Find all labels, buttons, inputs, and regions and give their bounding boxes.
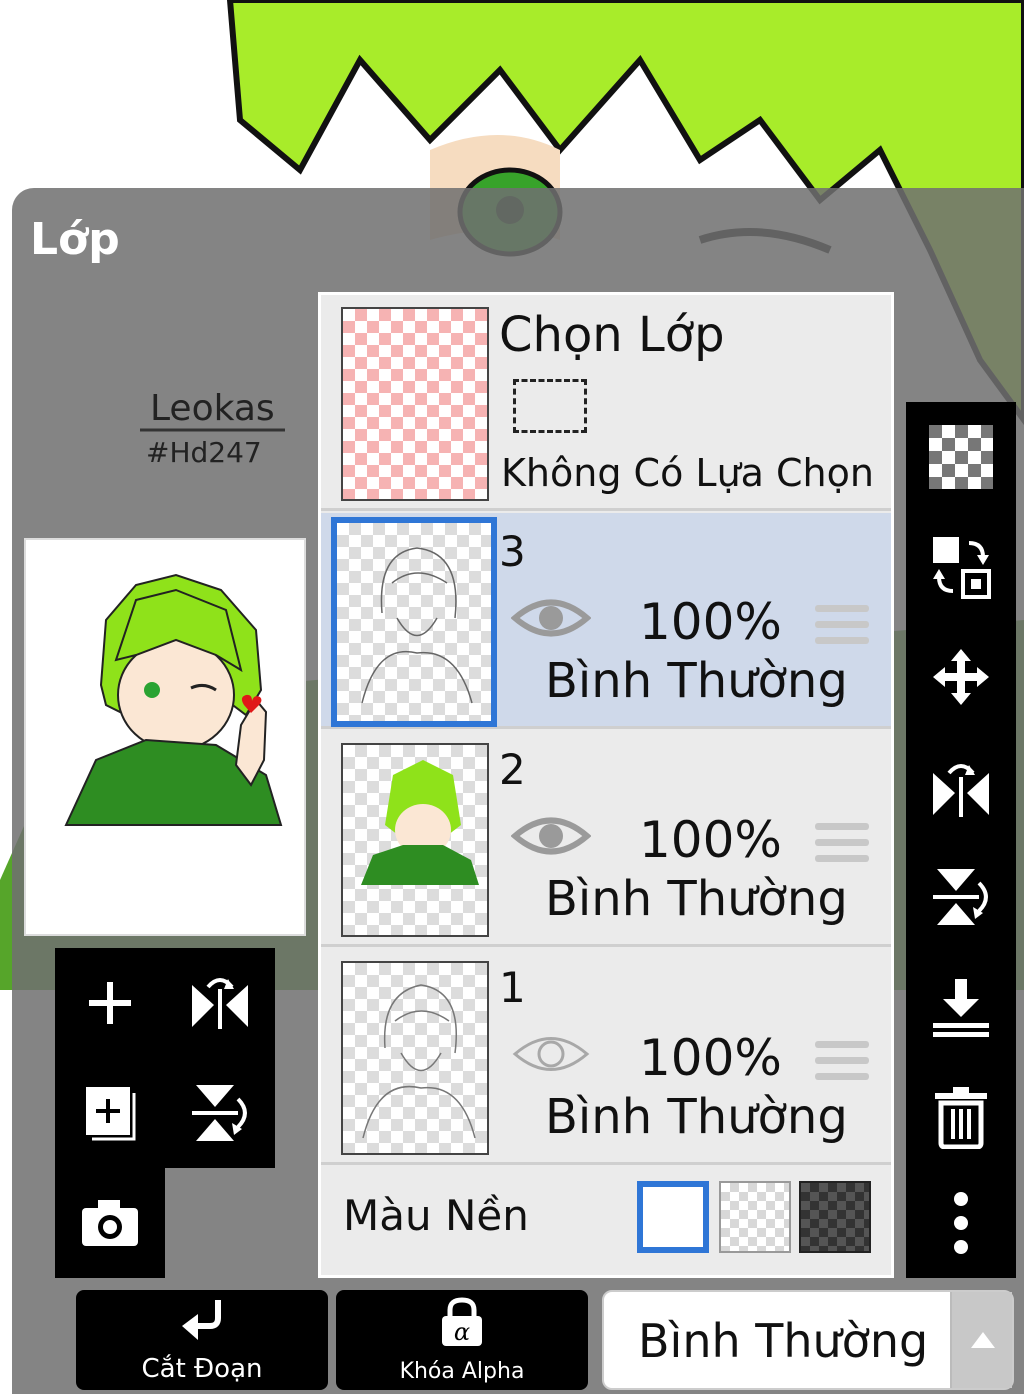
eye-hidden-icon[interactable] xyxy=(511,1029,591,1079)
move-icon[interactable] xyxy=(906,622,1016,732)
blend-mode-dropdown[interactable]: Bình Thường xyxy=(602,1290,1014,1390)
layers-list: Chọn Lớp Không Có Lựa Chọn 3 100% Bình T… xyxy=(318,292,894,1278)
layer-opacity: 100% xyxy=(639,811,782,869)
layer-thumbnail xyxy=(331,517,497,727)
layer-thumbnail xyxy=(341,743,489,937)
background-white-swatch[interactable] xyxy=(637,1181,709,1253)
clipping-button[interactable]: Cắt Đoạn xyxy=(76,1290,328,1390)
dropdown-arrow-icon[interactable] xyxy=(950,1292,1012,1388)
panel-title: Lớp xyxy=(30,214,120,265)
background-color-row: Màu Nền xyxy=(321,1161,891,1275)
selection-layer-title: Chọn Lớp xyxy=(499,307,725,363)
selection-layer-thumbnail xyxy=(341,307,489,501)
selection-marquee-icon xyxy=(513,379,587,433)
svg-text:α: α xyxy=(454,1318,470,1346)
layer-number: 2 xyxy=(499,745,526,794)
alpha-lock-button[interactable]: α Khóa Alpha xyxy=(336,1290,588,1390)
add-layer-icon[interactable] xyxy=(55,948,165,1058)
alpha-lock-label: Khóa Alpha xyxy=(399,1359,525,1384)
lock-icon: α xyxy=(442,1297,482,1346)
right-toolbar xyxy=(906,402,1016,1278)
background-color-label: Màu Nền xyxy=(343,1191,529,1240)
background-transparent-swatch[interactable] xyxy=(719,1181,791,1253)
background-dark-swatch[interactable] xyxy=(799,1181,871,1253)
drag-handle-icon[interactable] xyxy=(815,605,869,649)
signature-tag: #Hd247 xyxy=(146,436,262,469)
layer-row[interactable]: 3 100% Bình Thường xyxy=(321,513,891,729)
layer-thumbnail xyxy=(341,961,489,1155)
drag-handle-icon[interactable] xyxy=(815,823,869,867)
flip-horizontal-icon[interactable] xyxy=(906,732,1016,842)
transparency-icon[interactable] xyxy=(906,402,1016,512)
layer-row[interactable]: 1 100% Bình Thường xyxy=(321,949,891,1165)
layer-blend-mode: Bình Thường xyxy=(545,653,848,709)
more-icon[interactable] xyxy=(906,1168,1016,1278)
clipping-label: Cắt Đoạn xyxy=(141,1354,263,1384)
layer-number: 3 xyxy=(499,527,526,576)
canvas-preview[interactable] xyxy=(24,538,306,936)
flip-vertical-icon[interactable] xyxy=(165,1058,275,1168)
signature: Leokas #Hd247 xyxy=(140,380,290,470)
swap-layers-icon[interactable] xyxy=(906,512,1016,622)
merge-down-icon[interactable] xyxy=(906,952,1016,1062)
add-layer-copy-icon[interactable] xyxy=(55,1058,165,1168)
layer-blend-mode: Bình Thường xyxy=(545,1089,848,1145)
trash-icon[interactable] xyxy=(906,1062,1016,1172)
layer-opacity: 100% xyxy=(639,1029,782,1087)
flip-horizontal-icon[interactable] xyxy=(165,948,275,1058)
blend-mode-value: Bình Thường xyxy=(638,1314,929,1368)
eye-icon[interactable] xyxy=(510,811,592,861)
signature-name: Leokas xyxy=(150,388,275,429)
eye-icon[interactable] xyxy=(510,593,592,643)
selection-status: Không Có Lựa Chọn xyxy=(501,451,874,495)
drag-handle-icon[interactable] xyxy=(815,1041,869,1085)
layer-opacity: 100% xyxy=(639,593,782,651)
flip-vertical-icon[interactable] xyxy=(906,842,1016,952)
camera-icon[interactable] xyxy=(55,1168,165,1278)
layer-row[interactable]: 2 100% Bình Thường xyxy=(321,731,891,947)
clipping-arrow-icon xyxy=(182,1300,221,1340)
layer-blend-mode: Bình Thường xyxy=(545,871,848,927)
selection-layer-row[interactable]: Chọn Lớp Không Có Lựa Chọn xyxy=(321,295,891,511)
layer-number: 1 xyxy=(499,963,526,1012)
